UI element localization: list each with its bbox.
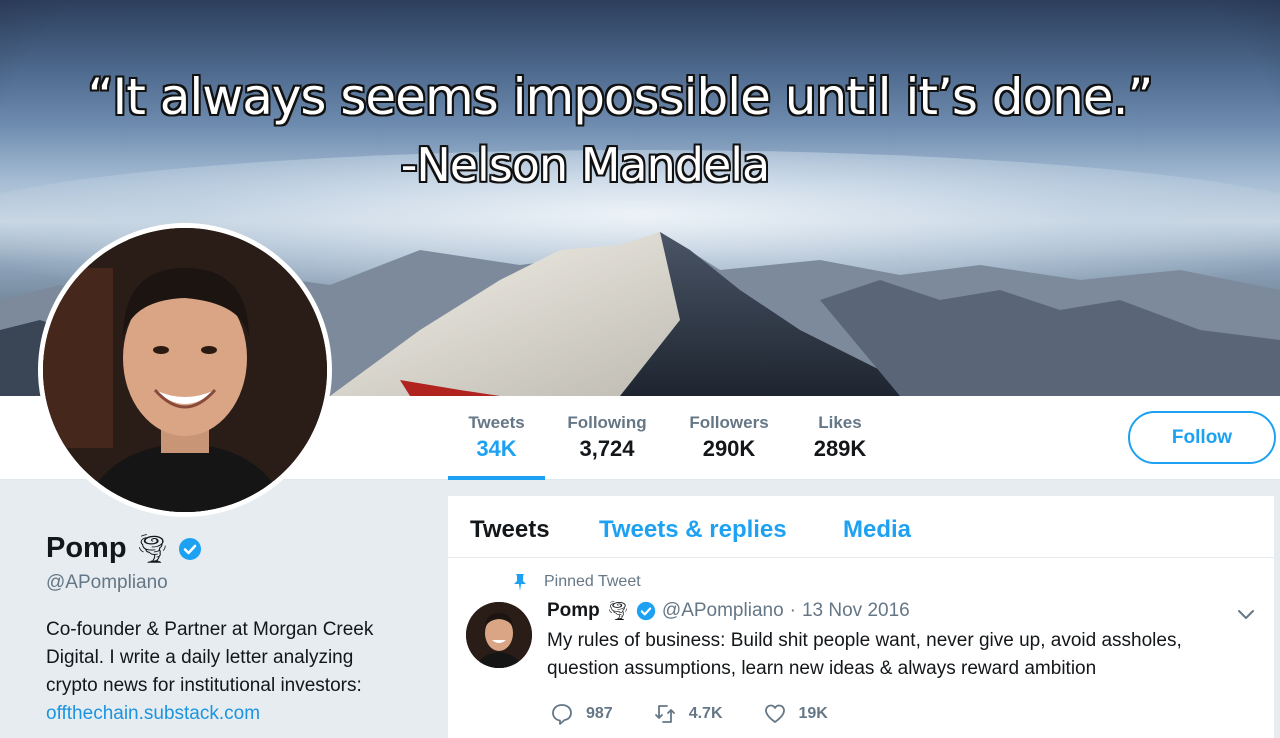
profile-bio: Co-founder & Partner at Morgan Creek Dig…	[46, 616, 406, 728]
stat-tweets-label: Tweets	[468, 413, 525, 432]
tornado-emoji: 🌪	[134, 533, 171, 564]
tweet-actions: 987 4.7K 19K	[550, 702, 828, 726]
stat-likes-label: Likes	[818, 413, 862, 432]
avatar	[43, 228, 327, 512]
tweet-date[interactable]: 13 Nov 2016	[802, 600, 910, 622]
pin-icon	[514, 574, 526, 591]
tweet-text: My rules of business: Build shit people …	[547, 630, 1182, 679]
like-count: 19K	[798, 705, 828, 722]
profile-bio-text: Co-founder & Partner at Morgan Creek Dig…	[46, 619, 374, 696]
tab-media[interactable]: Media	[843, 516, 911, 544]
profile-avatar[interactable]	[38, 223, 332, 517]
stat-likes[interactable]: Likes 289K	[800, 413, 880, 462]
like-icon	[764, 704, 785, 723]
tweet-header: Pomp 🌪 @APompliano · 13 Nov 2016	[547, 599, 910, 623]
retweet-button[interactable]: 4.7K	[653, 702, 723, 726]
verified-badge-icon	[636, 601, 656, 621]
tweet-author-name[interactable]: Pomp	[547, 600, 600, 622]
pinned-label-text: Pinned Tweet	[544, 573, 641, 590]
retweet-count: 4.7K	[688, 705, 723, 722]
reply-count: 987	[586, 705, 613, 722]
tweet-author-emoji: 🌪	[605, 601, 630, 622]
chevron-down-icon[interactable]	[1234, 602, 1258, 626]
pinned-tweet-label: Pinned Tweet	[510, 572, 641, 592]
stat-tweets[interactable]: Tweets 34K	[448, 413, 545, 462]
banner-quote-text: “It always seems impossible until it’s d…	[87, 68, 1154, 126]
profile-name-row: Pomp 🌪	[46, 532, 202, 565]
verified-badge-icon	[179, 537, 202, 560]
tweet-avatar-portrait	[466, 602, 532, 668]
stat-followers[interactable]: Followers 290K	[684, 413, 774, 462]
stat-followers-label: Followers	[689, 413, 769, 432]
profile-handle[interactable]: @APompliano	[46, 572, 168, 594]
retweet-icon	[654, 705, 675, 723]
profile-display-name[interactable]: Pomp	[46, 532, 127, 565]
stat-likes-value: 289K	[813, 436, 867, 461]
timeline: Tweets Tweets & replies Media Pinned Twe…	[448, 496, 1274, 738]
stat-tweets-value: 34K	[476, 436, 517, 461]
like-button[interactable]: 19K	[763, 702, 828, 726]
timeline-tabs: Tweets Tweets & replies Media	[448, 496, 1274, 558]
stat-following-value: 3,724	[579, 436, 635, 461]
tab-tweets-and-replies[interactable]: Tweets & replies	[599, 516, 787, 544]
profile-bio-link[interactable]: offthechain.substack.com	[46, 700, 406, 728]
tab-tweets[interactable]: Tweets	[470, 516, 550, 544]
stat-followers-value: 290K	[702, 436, 756, 461]
tweet-header-separator: ·	[789, 600, 796, 621]
tweet-author-handle[interactable]: @APompliano	[662, 600, 784, 622]
reply-icon	[552, 704, 572, 725]
reply-button[interactable]: 987	[550, 702, 613, 726]
avatar-portrait	[43, 228, 327, 512]
banner-quote-author: -Nelson Mandela	[400, 138, 770, 192]
stat-following-label: Following	[567, 413, 647, 432]
active-stat-indicator	[448, 476, 545, 480]
follow-button[interactable]: Follow	[1128, 411, 1276, 464]
stat-following[interactable]: Following 3,724	[562, 413, 652, 462]
tweet-avatar[interactable]	[466, 602, 532, 668]
